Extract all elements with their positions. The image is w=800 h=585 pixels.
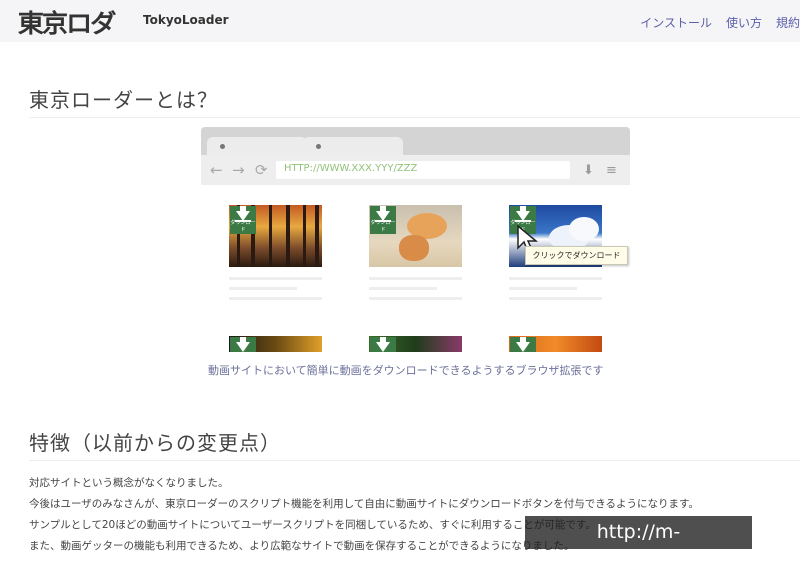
back-arrow-icon: ← bbox=[210, 161, 223, 179]
menu-icon: ≡ bbox=[606, 163, 617, 178]
placeholder-line bbox=[369, 287, 437, 290]
browser-chrome: ← → ⟳ HTTP://WWW.XXX.YYY/ZZZ ⬇ ≡ bbox=[201, 127, 630, 185]
logo-kanji: 東京ロダ bbox=[17, 9, 117, 38]
browser-tab bbox=[303, 137, 403, 157]
download-button: ダウンロード bbox=[370, 206, 396, 234]
nav-install-link[interactable]: インストール bbox=[640, 14, 712, 31]
video-thumbnail-gecko: ダウンロード bbox=[369, 205, 462, 267]
browser-tab bbox=[207, 137, 307, 157]
main-nav: インストール 使い方 規約 bbox=[640, 14, 800, 31]
placeholder-line bbox=[229, 297, 322, 300]
download-icon: ⬇ bbox=[583, 163, 594, 178]
site-logo[interactable]: 東京ロダ bbox=[18, 8, 117, 38]
download-button bbox=[230, 337, 256, 352]
feature-line: 今後はユーザのみなさんが、東京ローダーのスクリプト機能を利用して自由に動画サイト… bbox=[29, 498, 700, 510]
divider bbox=[29, 117, 800, 118]
brand-name[interactable]: TokyoLoader bbox=[143, 13, 229, 27]
video-thumbnail bbox=[509, 336, 602, 352]
download-tooltip: クリックでダウンロード bbox=[525, 246, 628, 265]
address-bar: HTTP://WWW.XXX.YYY/ZZZ bbox=[276, 161, 570, 179]
video-thumbnail-forest: ダウンロード bbox=[229, 205, 322, 267]
watermark-overlay: http://m-nes.tistory.com bbox=[525, 516, 752, 576]
top-header: 東京ロダ TokyoLoader インストール 使い方 規約 bbox=[0, 0, 800, 42]
download-button bbox=[370, 337, 396, 352]
video-thumbnail bbox=[229, 336, 322, 352]
placeholder-line bbox=[509, 277, 602, 280]
placeholder-line bbox=[369, 277, 462, 280]
placeholder-line bbox=[509, 297, 602, 300]
video-thumbnail bbox=[369, 336, 462, 352]
intro-caption: 動画サイトにおいて簡単に動画をダウンロードできるようするブラウザ拡張です bbox=[208, 364, 604, 377]
address-url: HTTP://WWW.XXX.YYY/ZZZ bbox=[284, 163, 418, 174]
placeholder-line bbox=[369, 297, 462, 300]
download-button bbox=[510, 337, 536, 352]
section-heading-features: 特徴（以前からの変更点） bbox=[29, 431, 281, 455]
browser-illustration: ← → ⟳ HTTP://WWW.XXX.YYY/ZZZ ⬇ ≡ ダウンロード … bbox=[201, 127, 630, 352]
placeholder-line bbox=[229, 277, 322, 280]
section-heading-about: 東京ローダーとは？ bbox=[29, 88, 218, 112]
nav-terms-link[interactable]: 規約 bbox=[776, 14, 800, 31]
nav-usage-link[interactable]: 使い方 bbox=[726, 14, 762, 31]
tab-dot-icon bbox=[220, 144, 225, 149]
tab-dot-icon bbox=[316, 144, 321, 149]
placeholder-line bbox=[509, 287, 577, 290]
download-button: ダウンロード bbox=[230, 206, 256, 234]
reload-icon: ⟳ bbox=[255, 161, 268, 179]
forward-arrow-icon: → bbox=[232, 161, 245, 179]
placeholder-line bbox=[229, 287, 297, 290]
feature-line: 対応サイトという概念がなくなりました。 bbox=[29, 477, 229, 489]
divider bbox=[29, 460, 800, 461]
